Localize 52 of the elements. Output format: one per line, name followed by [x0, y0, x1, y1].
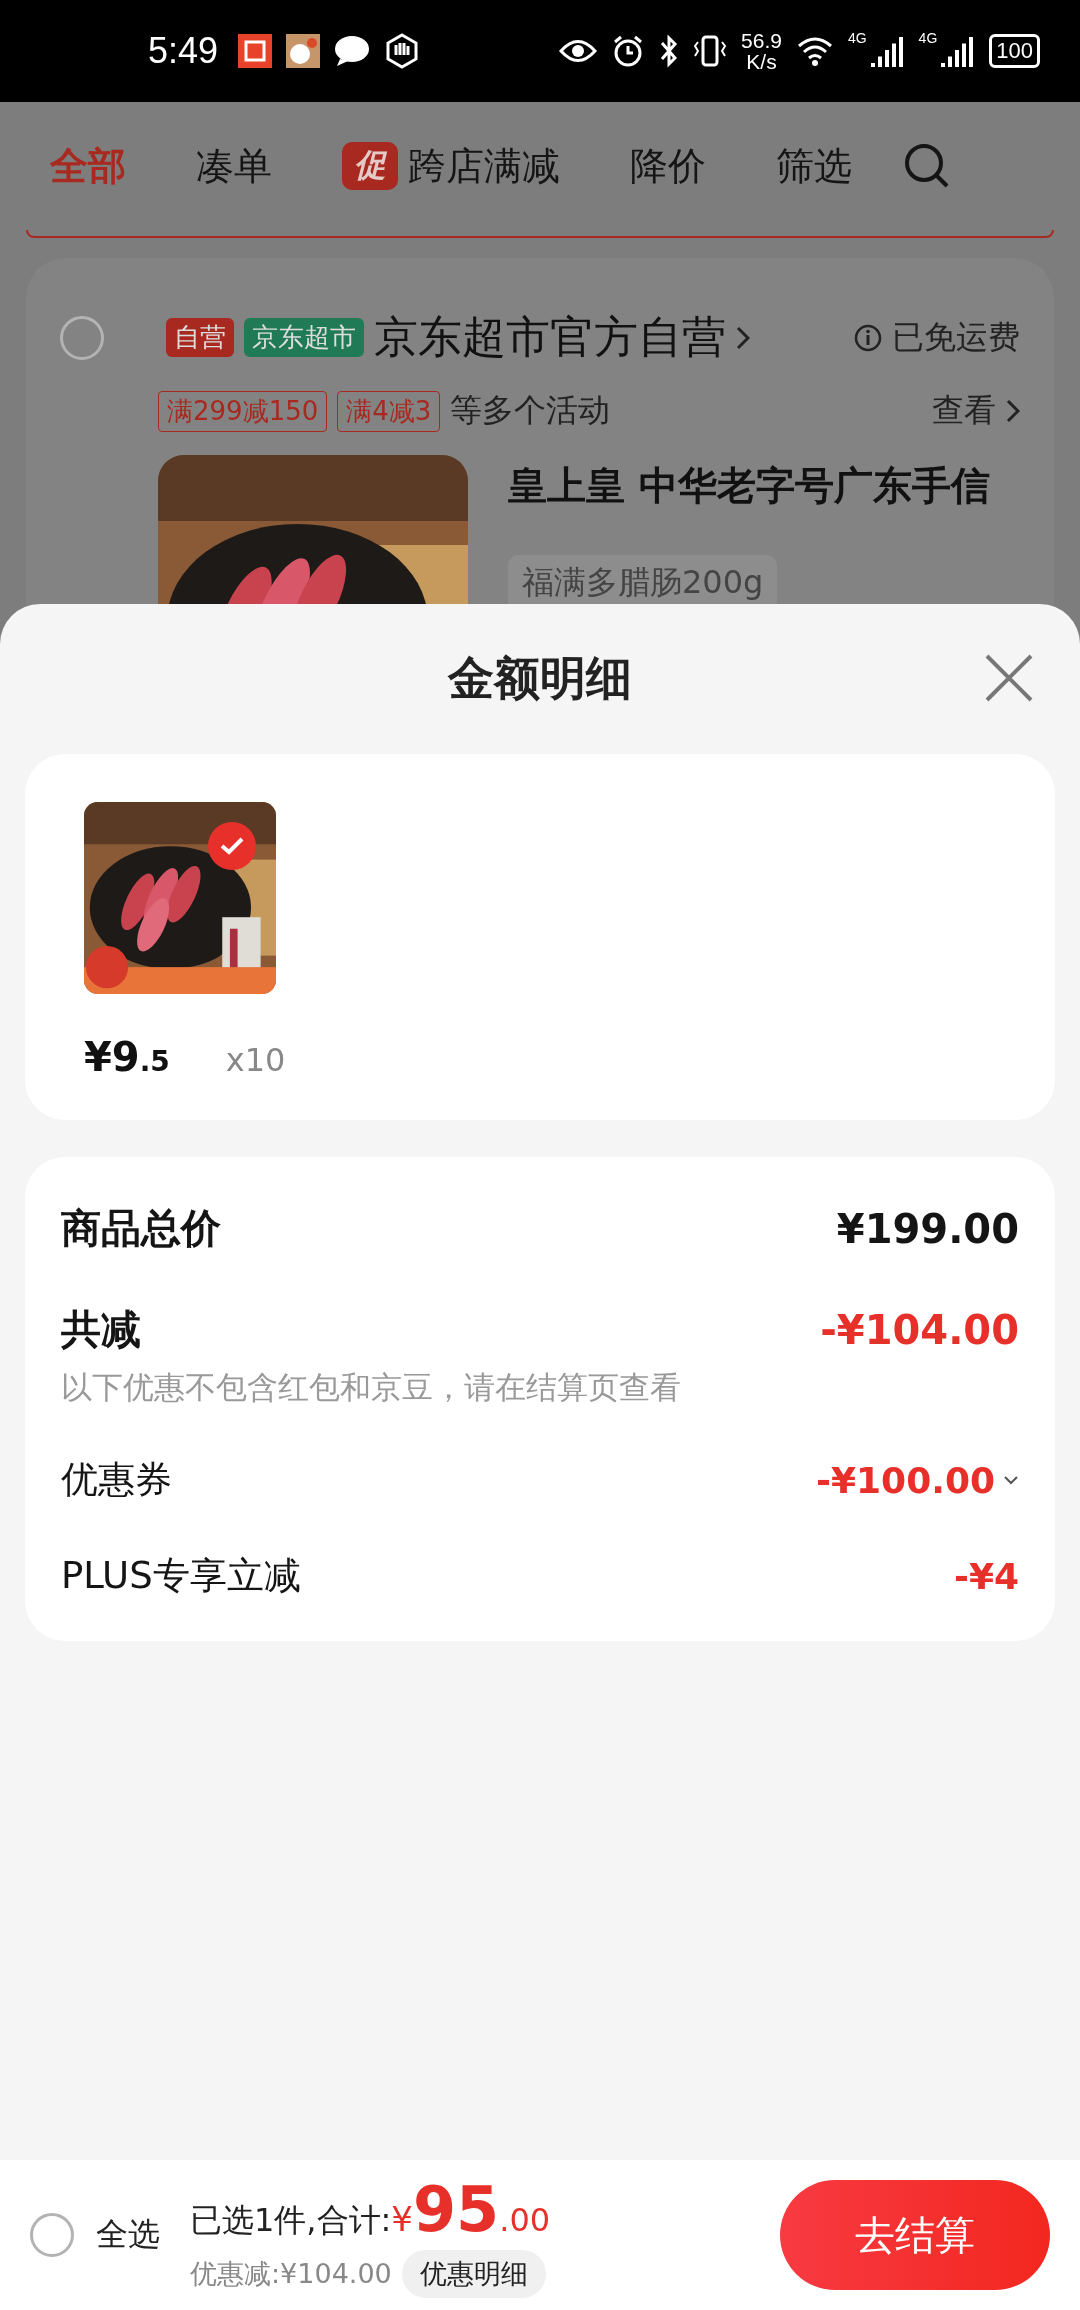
- promo-badge: 促: [342, 142, 398, 190]
- view-link[interactable]: 查看: [932, 389, 996, 433]
- signal-icon: [870, 35, 905, 67]
- summary-label: 共减: [61, 1305, 141, 1354]
- tab-label: 跨店满减: [408, 142, 560, 190]
- battery-level: 100: [989, 34, 1040, 68]
- summary-value[interactable]: -¥100.00: [816, 1459, 1019, 1501]
- summary-label: PLUS专享立减: [61, 1553, 301, 1599]
- store-tag: 京东超市: [244, 318, 364, 357]
- item-quantity: x10: [225, 1041, 286, 1079]
- discount-detail-button[interactable]: 优惠明细: [401, 2249, 546, 2298]
- chevron-right-icon: [736, 325, 750, 350]
- summary-label: 商品总价: [61, 1204, 221, 1253]
- network-type: 4G: [847, 30, 867, 46]
- summary-note: 以下优惠不包含红包和京豆，请在结算页查看: [61, 1368, 682, 1407]
- item-price: ¥9.5: [84, 1034, 170, 1080]
- store-checkbox[interactable]: [60, 315, 104, 360]
- clock: 5:49: [148, 30, 219, 72]
- network-type: 4G: [918, 30, 938, 46]
- bluetooth-icon: [659, 34, 680, 68]
- chat-icon: [334, 35, 371, 67]
- promo-note: 等多个活动: [450, 390, 611, 431]
- sheet-title: 金额明细: [448, 650, 632, 707]
- wifi-icon: [795, 36, 834, 66]
- summary-label: 优惠券: [61, 1457, 172, 1503]
- app-icon: [286, 34, 321, 68]
- product-title: 皇上皇 中华老字号广东手信: [508, 462, 990, 510]
- eye-icon: [559, 38, 598, 64]
- store-tag: 自营: [166, 318, 234, 357]
- network-speed: 56.9 K/s: [741, 30, 782, 72]
- checkout-button[interactable]: 去结算: [780, 2180, 1050, 2290]
- chevron-right-icon: [1006, 399, 1020, 423]
- discount-total: 优惠减:¥104.00: [190, 2256, 392, 2291]
- tab[interactable]: 降价: [630, 140, 706, 192]
- store-name[interactable]: 京东超市官方自营: [374, 308, 726, 367]
- tab[interactable]: 凑单: [196, 140, 272, 192]
- promo-tag: 满299减150: [158, 390, 328, 432]
- summary-value: -¥4: [953, 1555, 1019, 1597]
- chevron-down-icon: [1003, 1475, 1019, 1485]
- total-summary: 已选1件,合计:¥95.00: [190, 2172, 551, 2246]
- signal-icon: [941, 35, 976, 67]
- tab[interactable]: 筛选: [776, 140, 852, 192]
- info-icon: [854, 323, 882, 352]
- app-icon: [238, 34, 273, 68]
- vibrate-icon: [693, 34, 728, 68]
- promo-tag: 满4减3: [337, 390, 441, 432]
- tab[interactable]: 促 跨店满减: [342, 140, 560, 192]
- shipping-status: 已免运费: [892, 316, 1020, 358]
- select-all-checkbox[interactable]: [30, 2213, 74, 2257]
- summary-value: ¥199.00: [836, 1205, 1019, 1252]
- summary-value: -¥104.00: [820, 1306, 1019, 1353]
- select-all-label[interactable]: 全选: [96, 2213, 160, 2257]
